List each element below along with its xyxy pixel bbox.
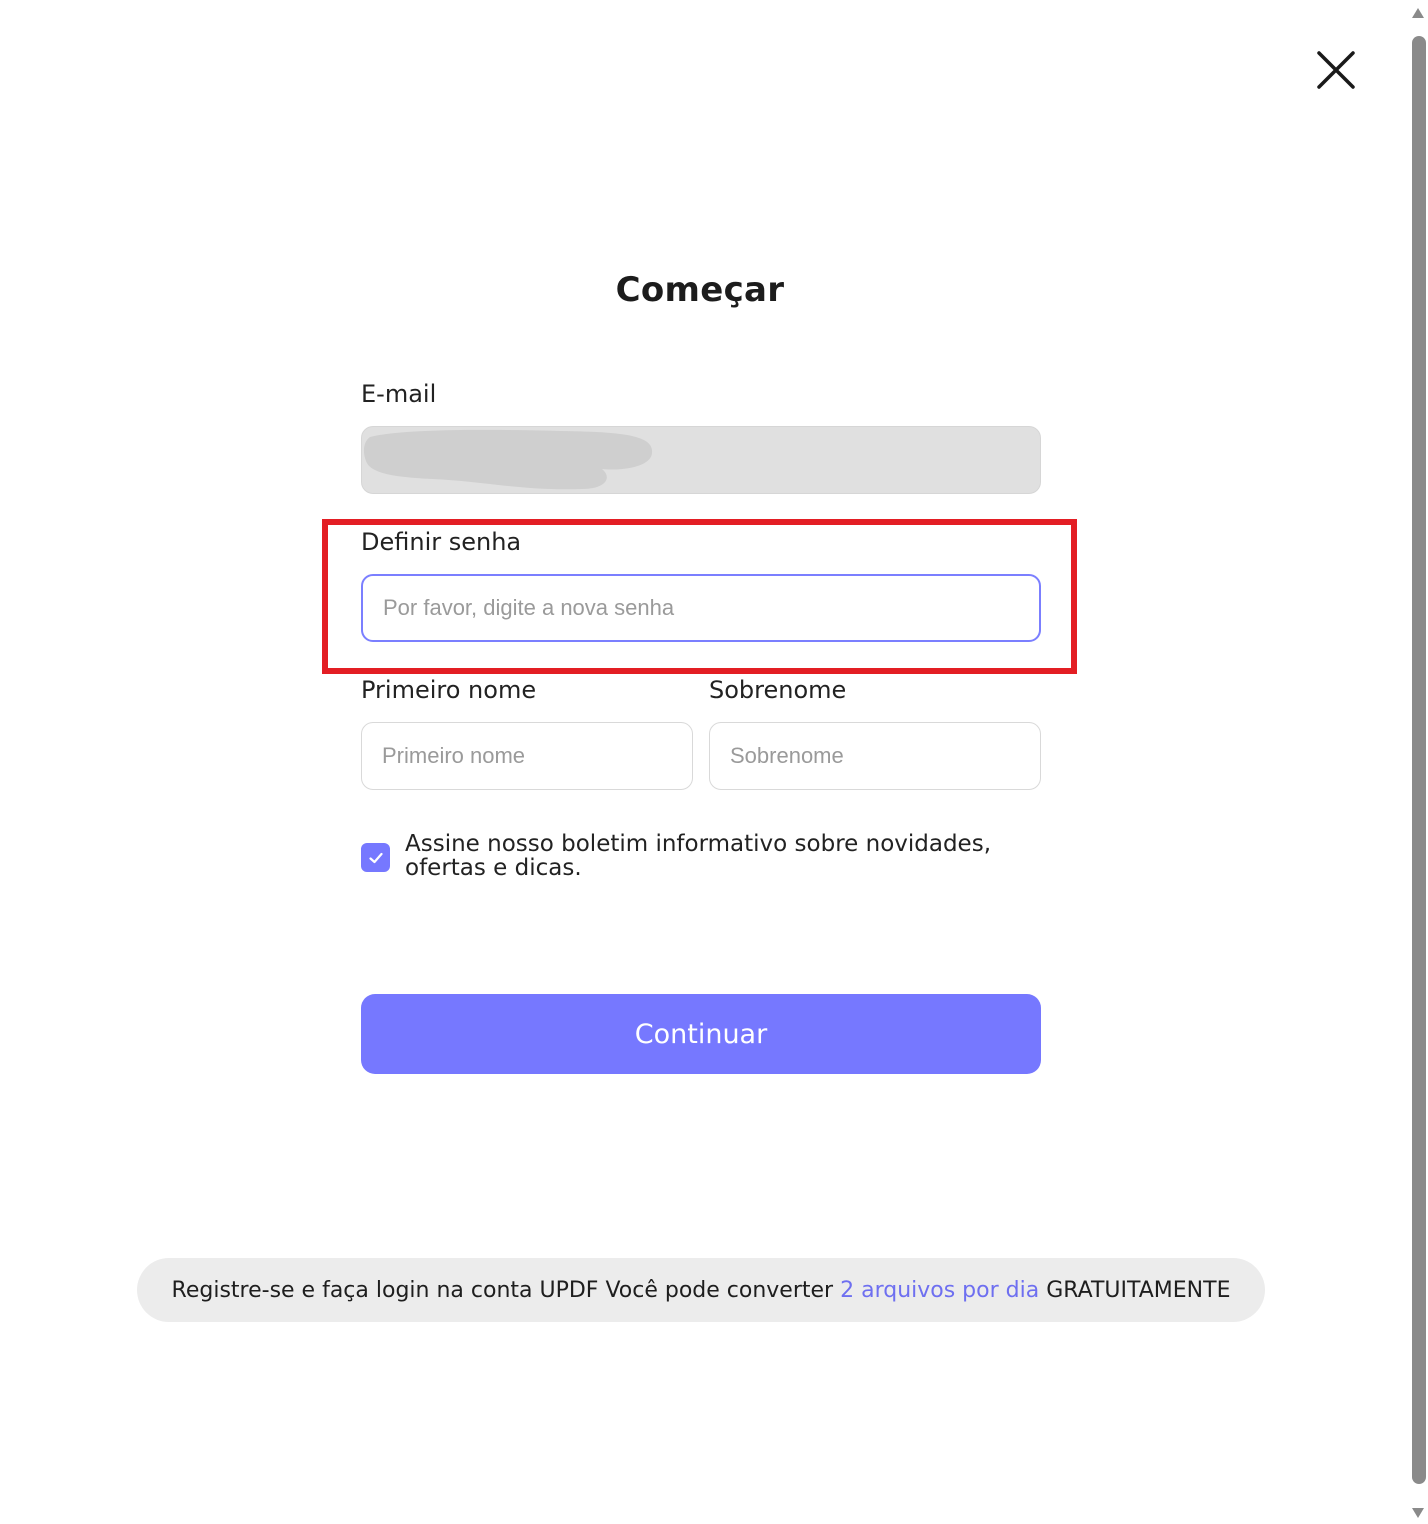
first-name-placeholder: Primeiro nome xyxy=(382,743,526,768)
password-placeholder: Por favor, digite a nova senha xyxy=(383,595,675,620)
newsletter-checkbox[interactable] xyxy=(361,843,390,872)
promo-text-after: GRATUITAMENTE xyxy=(1039,1277,1231,1303)
password-label: Definir senha xyxy=(361,528,522,556)
scrollbar-thumb[interactable] xyxy=(1412,36,1426,1484)
promo-link[interactable]: 2 arquivos por dia xyxy=(840,1278,1039,1303)
page-title: Começar xyxy=(615,270,785,310)
continue-button[interactable]: Continuar xyxy=(361,994,1041,1074)
promo-banner: Registre-se e faça login na conta UPDF V… xyxy=(137,1258,1265,1322)
last-name-label: Sobrenome xyxy=(709,676,847,704)
promo-text-before: Registre-se e faça login na conta UPDF V… xyxy=(171,1277,841,1303)
scrollbar[interactable] xyxy=(1408,0,1428,1524)
signup-dialog: Começar E-mail Definir senha Por favor, … xyxy=(0,0,1428,1524)
last-name-placeholder: Sobrenome xyxy=(730,743,844,768)
close-icon xyxy=(1317,51,1355,89)
last-name-field[interactable]: Sobrenome xyxy=(709,722,1041,790)
check-icon xyxy=(368,852,383,863)
email-field[interactable] xyxy=(361,426,1041,494)
email-label: E-mail xyxy=(361,380,437,408)
first-name-label: Primeiro nome xyxy=(361,676,537,704)
close-button[interactable] xyxy=(1312,46,1360,94)
first-name-field[interactable]: Primeiro nome xyxy=(361,722,693,790)
newsletter-text: Assine nosso boletim informativo sobre n… xyxy=(405,831,992,881)
scroll-up-arrow-icon[interactable] xyxy=(1411,6,1425,20)
password-field[interactable]: Por favor, digite a nova senha xyxy=(361,574,1041,642)
redacted-email-value xyxy=(363,429,653,490)
scroll-down-arrow-icon[interactable] xyxy=(1411,1506,1425,1520)
